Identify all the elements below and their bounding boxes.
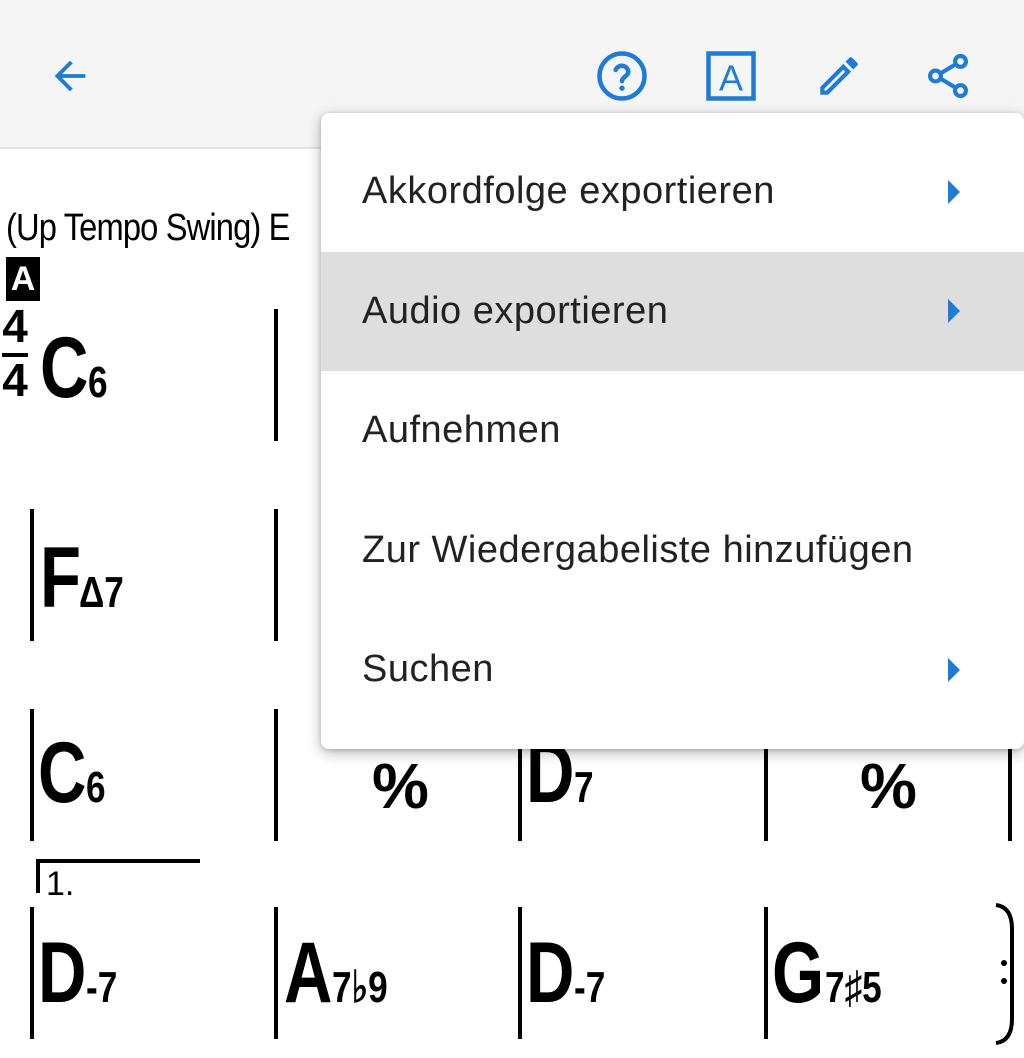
chord[interactable]: G7♯5: [772, 924, 896, 1023]
chord[interactable]: C6: [38, 724, 111, 823]
menu-item-label: Zur Wiedergabeliste hinzufügen: [362, 528, 914, 571]
font-button[interactable]: A: [695, 40, 767, 112]
menu-item-export-chords[interactable]: Akkordfolge exportieren: [321, 132, 1024, 252]
back-button[interactable]: [34, 40, 106, 112]
repeat-bar-symbol: %: [372, 750, 429, 822]
help-circle-icon: [597, 51, 647, 101]
menu-item-export-audio[interactable]: Audio exportieren: [321, 251, 1024, 371]
font-a-icon: A: [706, 51, 756, 101]
repeat-bar-symbol: %: [860, 750, 917, 822]
section-marker: A: [6, 257, 40, 301]
menu-item-label: Aufnehmen: [362, 409, 561, 452]
help-button[interactable]: [586, 40, 658, 112]
menu-item-label: Suchen: [362, 648, 494, 691]
menu-item-label: Akkordfolge exportieren: [362, 170, 775, 213]
chord-extension: 6: [86, 763, 106, 812]
overflow-menu: Akkordfolge exportieren Audio exportiere…: [321, 113, 1024, 749]
chord-extension: -7: [86, 963, 118, 1012]
barline: [274, 907, 278, 1039]
chord-root: F: [40, 530, 81, 626]
ending-label: 1.: [46, 865, 75, 903]
chord-root: A: [284, 925, 333, 1021]
share-icon: [928, 53, 968, 99]
chord-extension: 7♭9: [332, 963, 388, 1012]
barline: [274, 509, 278, 641]
first-ending-bracket: 1.: [36, 859, 200, 903]
barline: [518, 907, 522, 1039]
svg-text:A: A: [719, 58, 743, 99]
barline: [274, 709, 278, 841]
chord-root: C: [38, 725, 87, 821]
chord-root: G: [772, 925, 825, 1021]
menu-item-search[interactable]: Suchen: [321, 610, 1024, 730]
edit-button[interactable]: [803, 40, 875, 112]
time-sig-top: 4: [2, 300, 28, 352]
menu-item-record[interactable]: Aufnehmen: [321, 371, 1024, 491]
chord[interactable]: A7♭9: [284, 924, 402, 1023]
barline: [764, 907, 768, 1039]
share-button[interactable]: [912, 40, 984, 112]
chord[interactable]: D-7: [38, 924, 125, 1023]
submenu-arrow-icon: [948, 657, 960, 682]
time-sig-divider: [2, 353, 28, 357]
chord-extension: Δ7: [78, 568, 124, 617]
submenu-arrow-icon: [948, 299, 960, 324]
menu-item-add-to-playlist[interactable]: Zur Wiedergabeliste hinzufügen: [321, 491, 1024, 611]
barline: [30, 709, 34, 841]
barline: [30, 907, 34, 1039]
chord-root: C: [40, 320, 89, 416]
menu-item-label: Audio exportieren: [362, 289, 669, 332]
chord[interactable]: D-7: [526, 924, 613, 1023]
chord[interactable]: C6: [40, 319, 113, 418]
barline: [274, 309, 278, 441]
chord-extension: 7♯5: [824, 963, 882, 1012]
chord-root: D: [38, 925, 87, 1021]
submenu-arrow-icon: [948, 179, 960, 204]
time-sig-bottom: 4: [2, 354, 28, 406]
pencil-icon: [820, 57, 858, 95]
arrow-left-icon: [54, 60, 86, 92]
chord-extension: 7: [574, 763, 594, 812]
chord-root: D: [526, 925, 575, 1021]
repeat-end-bracket: [995, 903, 1014, 1045]
barline: [30, 509, 34, 641]
chord-extension: 6: [88, 358, 108, 407]
style-text: (Up Tempo Swing) E: [6, 207, 290, 249]
time-signature: 4 4: [0, 299, 30, 407]
chord[interactable]: FΔ7: [40, 529, 135, 628]
chord-extension: -7: [574, 963, 606, 1012]
